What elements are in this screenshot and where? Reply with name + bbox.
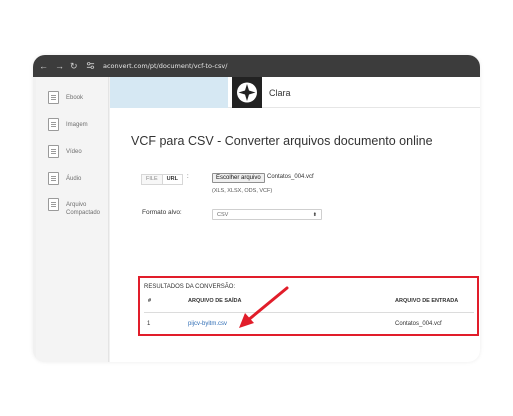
sidebar-item-label: Áudio — [66, 176, 82, 182]
header-bar — [228, 77, 480, 108]
document-icon — [48, 91, 59, 104]
source-tabs: FILE URL — [141, 174, 183, 185]
selected-file-name: Contatos_004.vcf — [267, 174, 314, 180]
column-header-number: # — [148, 298, 152, 304]
row-number: 1 — [147, 321, 151, 327]
tab-url[interactable]: URL — [161, 175, 182, 184]
sidebar-item-label: Ebook — [66, 95, 84, 101]
video-icon — [48, 145, 59, 158]
page-title: VCF para CSV - Converter arquivos docume… — [131, 134, 433, 148]
archive-icon — [48, 198, 59, 211]
results-title: RESULTADOS DA CONVERSÃO: — [144, 284, 236, 290]
select-arrows-icon: ⬍ — [312, 212, 317, 218]
sidebar: Ebook Imagem Vídeo Áudio Arquivo Compact… — [36, 77, 109, 362]
target-format-select[interactable]: CSV ⬍ — [212, 209, 322, 220]
choose-file-button[interactable]: Escolher arquivo — [212, 173, 265, 183]
column-header-input: ARQUIVO DE ENTRADA — [395, 298, 459, 304]
target-format-label: Formato alvo: — [142, 209, 182, 216]
sidebar-item-imagem[interactable]: Imagem — [48, 118, 110, 138]
red-arrow-icon — [239, 286, 289, 328]
sidebar-item-ebook[interactable]: Ebook — [48, 91, 110, 111]
site-info-icon[interactable] — [86, 61, 95, 70]
brand-name: Clara — [269, 88, 291, 98]
address-bar[interactable]: aconvert.com/pt/document/vcf-to-csv/ — [103, 61, 227, 71]
conversion-results: RESULTADOS DA CONVERSÃO: # ARQUIVO DE SA… — [138, 276, 479, 336]
output-file-link[interactable]: pijcv-byitm.csv — [188, 321, 227, 327]
input-file-name: Contatos_004.vcf — [395, 321, 442, 327]
tab-file[interactable]: FILE — [142, 175, 162, 184]
sidebar-item-video[interactable]: Vídeo — [48, 145, 110, 165]
forward-arrow-icon[interactable]: → — [55, 60, 64, 72]
sidebar-item-label: Vídeo — [66, 149, 82, 155]
back-arrow-icon[interactable]: ← — [39, 60, 48, 72]
sidebar-item-audio[interactable]: Áudio — [48, 172, 110, 192]
image-icon — [48, 118, 59, 131]
header-banner — [110, 77, 228, 108]
audio-icon — [48, 172, 59, 185]
sidebar-item-label: Imagem — [66, 122, 88, 128]
sidebar-item-archive[interactable]: Arquivo Compactado — [48, 198, 110, 224]
browser-toolbar: ← → ↻ aconvert.com/pt/document/vcf-to-cs… — [33, 55, 480, 77]
sidebar-item-label: Arquivo Compactado — [66, 202, 101, 216]
compass-star-icon — [237, 82, 257, 103]
header-divider — [144, 312, 474, 313]
column-header-output: ARQUIVO DE SAÍDA — [188, 298, 242, 304]
brand-logo[interactable] — [232, 77, 262, 108]
file-format-hint: (XLS, XLSX, ODS, VCF) — [212, 188, 273, 194]
reload-icon[interactable]: ↻ — [70, 60, 78, 72]
source-colon: : — [187, 174, 189, 180]
target-format-value: CSV — [217, 212, 229, 218]
